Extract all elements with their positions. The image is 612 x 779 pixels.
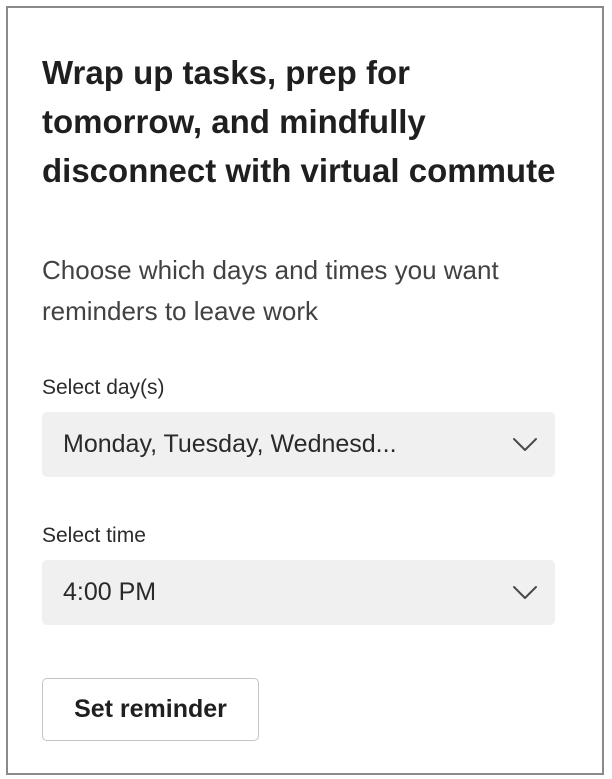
select-days-label: Select day(s)	[42, 376, 165, 399]
select-time-dropdown[interactable]: 4:00 PM	[42, 560, 555, 625]
chevron-down-icon	[511, 580, 539, 604]
set-reminder-button[interactable]: Set reminder	[42, 678, 259, 741]
virtual-commute-card: Wrap up tasks, prep for tomorrow, and mi…	[6, 6, 604, 775]
chevron-down-icon	[511, 432, 539, 456]
select-days-value: Monday, Tuesday, Wednesd...	[63, 430, 397, 458]
select-time-value: 4:00 PM	[63, 578, 157, 606]
select-days-dropdown[interactable]: Monday, Tuesday, Wednesd...	[42, 412, 555, 477]
select-time-label: Select time	[42, 524, 146, 547]
card-subtitle: Choose which days and times you want rem…	[42, 255, 499, 326]
card-title: Wrap up tasks, prep for tomorrow, and mi…	[42, 54, 556, 189]
